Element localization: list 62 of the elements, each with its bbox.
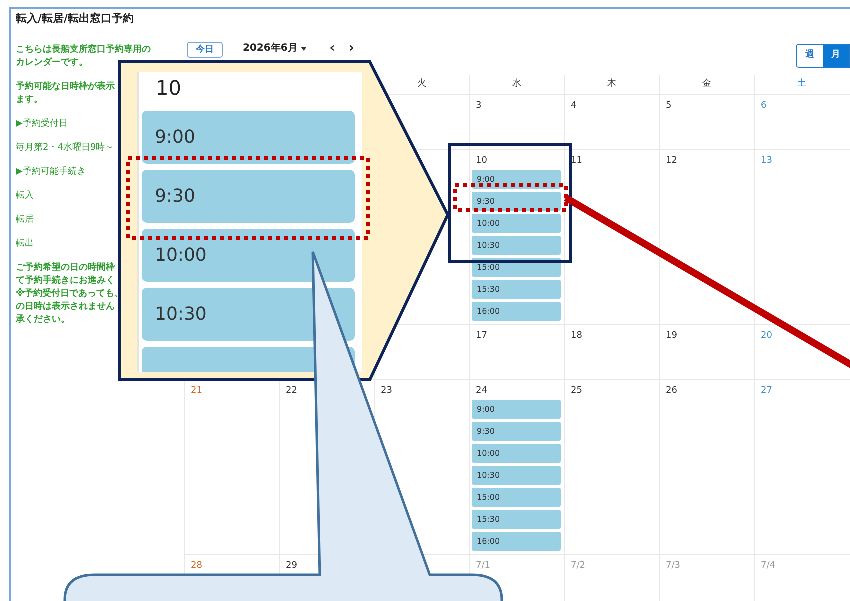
view-tab[interactable]: 月 — [823, 45, 849, 67]
time-slot[interactable]: 16:00 — [472, 532, 561, 551]
date-number: 3 — [475, 100, 482, 112]
date-number: 27 — [760, 385, 772, 397]
sidebar-text: 転入 — [16, 190, 34, 203]
date-number: 21 — [190, 385, 202, 397]
time-slot[interactable]: 9:30 — [472, 422, 561, 441]
date-number: 6 — [760, 100, 767, 112]
sidebar-text: ▶予約可能手続き — [16, 166, 86, 179]
date-number: 23 — [380, 385, 392, 397]
date-number: 4 — [570, 100, 577, 112]
time-slot[interactable]: 10:00 — [472, 444, 561, 463]
time-slot[interactable]: 15:30 — [472, 280, 561, 299]
date-number: 26 — [665, 385, 678, 397]
date-number: 28 — [190, 560, 202, 572]
date-number: 12 — [665, 155, 678, 167]
sidebar-text: 毎月第2・4水曜日9時～ — [16, 142, 114, 155]
date-number: 10 — [155, 75, 182, 101]
weekday-header: 火 — [418, 78, 426, 91]
today-button[interactable]: 今日 — [187, 42, 223, 58]
date-number: 29 — [285, 560, 298, 572]
date-number: 20 — [760, 330, 772, 342]
sidebar-text: 転居 — [16, 214, 34, 227]
sidebar-text: ▶予約受付日 — [16, 118, 68, 131]
time-slot[interactable]: 10:30 — [472, 236, 561, 255]
prev-button[interactable]: ‹ — [328, 42, 336, 56]
weekday-header: 木 — [608, 78, 616, 91]
weekday-header: 水 — [512, 78, 522, 91]
date-number: 5 — [665, 100, 672, 112]
time-slot[interactable]: 9:00 — [472, 400, 561, 419]
time-slot[interactable]: 10:30 — [472, 466, 561, 485]
sidebar-text: 予約可能な日時枠が表示 ます。 — [16, 81, 115, 107]
date-number: 19 — [665, 330, 678, 342]
next-button[interactable]: › — [348, 42, 356, 56]
date-number: 10 — [475, 155, 488, 167]
time-slot[interactable]: 9:00 — [142, 111, 355, 164]
date-number: 13 — [760, 155, 772, 167]
page-title: 転入/転居/転出窓口予約 — [16, 11, 136, 27]
sidebar-text: ご予約希望の日の時間枠 て予約手続きにお進みく ※予約受付日であっても、 の日時は表示されません 承ください。 — [16, 262, 124, 327]
date-number: 25 — [570, 385, 582, 397]
date-number: 24 — [475, 385, 488, 397]
time-slot[interactable]: 9:30 — [472, 192, 561, 211]
time-slot[interactable]: 9:30 — [142, 170, 355, 223]
time-slot[interactable]: 10:00 — [472, 214, 561, 233]
date-number: 22 — [285, 385, 298, 397]
date-number: 11 — [570, 155, 582, 167]
weekday-header: 金 — [702, 78, 712, 91]
date-number: 7/3 — [665, 560, 680, 572]
time-slot[interactable]: 10:00 — [142, 229, 355, 282]
sidebar-text: 転出 — [16, 238, 34, 251]
weekday-header: 土 — [798, 78, 806, 91]
time-slot[interactable]: 15:30 — [472, 510, 561, 529]
time-slot[interactable]: 16:00 — [472, 302, 561, 321]
date-number: 7/2 — [570, 560, 586, 572]
time-slot[interactable]: 15:00 — [472, 488, 561, 507]
date-number: 17 — [475, 330, 488, 342]
date-number: 7/1 — [475, 560, 490, 572]
date-number: 7/4 — [760, 560, 776, 572]
caret-icon — [300, 47, 307, 51]
month-dropdown[interactable]: 2026年6月 — [243, 42, 307, 56]
sidebar-text: こちらは長船支所窓口予約専用の カレンダーです。 — [16, 44, 151, 70]
date-number: 18 — [570, 330, 582, 342]
